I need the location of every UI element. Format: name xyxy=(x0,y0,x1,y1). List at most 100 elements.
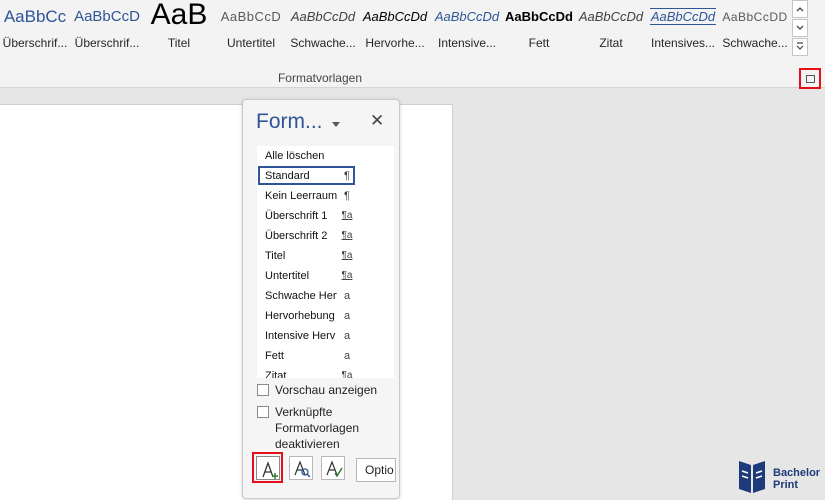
style-label: Titel xyxy=(265,250,286,262)
preview-label: Vorschau anzeigen xyxy=(275,383,378,397)
style-tile-emphasis[interactable]: AaBbCcDd Hervorhe... xyxy=(360,0,430,58)
style-name: Hervorhe... xyxy=(365,36,425,50)
style-preview: AaBbCcD xyxy=(74,8,140,25)
style-preview: AaBbCcDD xyxy=(722,10,788,24)
chevron-down-icon xyxy=(796,25,804,30)
style-preview: AaBbCc xyxy=(3,7,67,26)
character-style-icon: a xyxy=(343,290,351,302)
list-item[interactable]: Zitat ¶a xyxy=(257,366,394,378)
style-tile-intense-quote[interactable]: AaBbCcDd Intensives... xyxy=(648,0,718,58)
styles-list[interactable]: Alle löschen Standard ¶ Kein Leerraum ¶ … xyxy=(257,146,394,378)
style-preview: AaBbCcD xyxy=(220,9,282,24)
style-label: Schwache Herv xyxy=(265,290,337,302)
preview-checkbox[interactable] xyxy=(257,384,269,396)
styles-gallery: AaBbCc Überschrif... AaBbCcD Überschrif.… xyxy=(0,0,790,58)
style-preview: AaBbCcDd xyxy=(434,9,500,24)
group-label: Formatvorlagen xyxy=(277,71,363,85)
style-name: Zitat xyxy=(599,36,623,50)
styles-dialog-launcher[interactable] xyxy=(799,68,821,89)
chevron-up-icon xyxy=(796,7,804,12)
gallery-scroll-down-button[interactable] xyxy=(792,19,808,37)
list-item[interactable]: Hervorhebung a xyxy=(257,306,394,326)
style-inspector-button[interactable] xyxy=(289,456,313,480)
style-inspector-icon xyxy=(294,460,311,478)
style-name: Titel xyxy=(167,36,191,50)
linked-style-icon: ¶a xyxy=(341,210,353,221)
list-item[interactable]: Kein Leerraum ¶ xyxy=(257,186,394,206)
new-style-button[interactable] xyxy=(252,452,283,483)
style-tile-subtitle[interactable]: AaBbCcD Untertitel xyxy=(216,0,286,58)
linked-styles-checkbox[interactable] xyxy=(257,406,269,418)
style-tile-subtle-reference[interactable]: AaBbCcDD Schwache... xyxy=(720,0,790,58)
style-name: Schwache... xyxy=(290,36,356,50)
style-tile-subtle-emphasis[interactable]: AaBbCcDd Schwache... xyxy=(288,0,358,58)
linked-style-icon: ¶a xyxy=(341,370,353,378)
style-name: Überschrif... xyxy=(74,36,140,50)
style-name: Überschrif... xyxy=(2,36,68,50)
style-preview: AaBbCcDd xyxy=(578,9,644,24)
character-style-icon: a xyxy=(343,330,351,342)
list-item[interactable]: Untertitel ¶a xyxy=(257,266,394,286)
close-icon[interactable]: ✕ xyxy=(370,112,384,130)
style-label: Intensive Herv xyxy=(265,330,336,342)
style-tile-heading1[interactable]: AaBbCc Überschrif... xyxy=(0,0,70,58)
list-item[interactable]: Intensive Herv a xyxy=(257,326,394,346)
style-label: Kein Leerraum xyxy=(265,190,337,202)
caret-down-icon xyxy=(332,122,340,127)
linked-style-icon: ¶a xyxy=(341,270,353,281)
style-preview: AaBbCcDd xyxy=(505,9,573,24)
logo-text-line2: Print xyxy=(773,479,799,491)
logo: Bachelor Print xyxy=(737,459,823,497)
style-name: Intensive... xyxy=(437,36,497,50)
book-logo-icon xyxy=(739,461,765,493)
style-name: Untertitel xyxy=(226,36,276,50)
style-label: Alle löschen xyxy=(265,150,325,162)
linked-style-icon: ¶a xyxy=(341,250,353,261)
new-style-icon xyxy=(256,456,280,480)
style-name: Schwache... xyxy=(722,36,788,50)
list-item-selected[interactable]: Standard ¶ xyxy=(257,166,394,186)
gallery-more-button[interactable] xyxy=(792,38,808,56)
style-tile-title[interactable]: AaB Titel xyxy=(144,0,214,58)
options-button[interactable]: Optio xyxy=(356,458,396,482)
paragraph-icon: ¶ xyxy=(344,170,350,182)
style-tile-quote[interactable]: AaBbCcDd Zitat xyxy=(576,0,646,58)
style-label: Zitat xyxy=(265,370,287,378)
list-item[interactable]: Fett a xyxy=(257,346,394,366)
style-preview: AaBbCcDd xyxy=(290,9,356,24)
more-icon xyxy=(796,42,804,50)
style-preview: AaBbCcDd xyxy=(362,9,428,24)
style-label: Untertitel xyxy=(265,270,310,282)
character-style-icon: a xyxy=(343,310,351,322)
list-item[interactable]: Überschrift 1 ¶a xyxy=(257,206,394,226)
linked-styles-label-3: deaktivieren xyxy=(275,437,340,451)
style-tile-intense-emphasis[interactable]: AaBbCcDd Intensive... xyxy=(432,0,502,58)
list-item[interactable]: Titel ¶a xyxy=(257,246,394,266)
style-tile-heading2[interactable]: AaBbCcD Überschrif... xyxy=(72,0,142,58)
character-style-icon: a xyxy=(343,350,351,362)
list-item[interactable]: Überschrift 2 ¶a xyxy=(257,226,394,246)
ribbon: AaBbCc Überschrif... AaBbCcD Überschrif.… xyxy=(0,0,825,89)
pane-title: Form... xyxy=(256,110,323,133)
gallery-scroll xyxy=(792,0,808,58)
style-label: Fett xyxy=(265,350,284,362)
style-name: Intensives... xyxy=(650,36,716,50)
list-item[interactable]: Alle löschen xyxy=(257,146,394,166)
manage-styles-button[interactable] xyxy=(321,456,345,480)
logo-text-line1: Bachelor xyxy=(773,467,821,479)
style-label: Hervorhebung xyxy=(265,310,335,322)
style-label: Überschrift 2 xyxy=(265,230,328,242)
paragraph-icon: ¶ xyxy=(344,190,350,202)
style-tile-strong[interactable]: AaBbCcDd Fett xyxy=(504,0,574,58)
style-label: Überschrift 1 xyxy=(265,210,328,222)
pane-menu-button[interactable] xyxy=(331,117,341,127)
linked-styles-label-1: Verknüpfte xyxy=(275,405,333,419)
gallery-scroll-up-button[interactable] xyxy=(792,0,808,18)
linked-styles-label-2: Formatvorlagen xyxy=(275,421,360,435)
list-item[interactable]: Schwache Herv a xyxy=(257,286,394,306)
dialog-launcher-icon xyxy=(806,75,815,83)
style-preview: AaB xyxy=(150,2,208,31)
styles-pane: Form... ✕ Alle löschen Standard ¶ Kein L… xyxy=(242,99,400,499)
style-preview: AaBbCcDd xyxy=(649,8,717,25)
linked-style-icon: ¶a xyxy=(341,230,353,241)
